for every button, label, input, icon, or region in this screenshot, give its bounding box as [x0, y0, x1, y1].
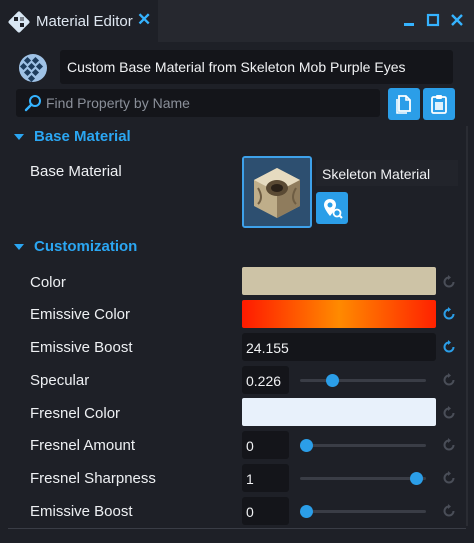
base-material-thumbnail[interactable]	[242, 156, 312, 228]
title-bar: Material Editor ✕	[0, 0, 474, 44]
slider-handle[interactable]	[409, 472, 423, 485]
fresnel-amount-label: Fresnel Amount	[30, 437, 136, 454]
search-icon	[24, 95, 41, 112]
emissive-boost-label: Emissive Boost	[30, 339, 133, 356]
emissive-boost-2-label: Emissive Boost	[30, 503, 133, 520]
fresnel-color-swatch[interactable]	[242, 398, 436, 426]
skeleton-material-preview-icon	[244, 158, 310, 226]
section-title: Customization	[34, 238, 138, 255]
section-title: Base Material	[34, 128, 131, 145]
window-close-icon[interactable]	[449, 12, 465, 28]
section-customization[interactable]: Customization	[14, 238, 137, 255]
search-box[interactable]	[16, 89, 380, 117]
reset-icon[interactable]	[441, 339, 457, 355]
reset-icon[interactable]	[441, 372, 457, 388]
minimize-icon[interactable]	[401, 12, 417, 28]
maximize-icon[interactable]	[425, 12, 441, 28]
reset-icon[interactable]	[441, 405, 457, 421]
base-material-name: Skeleton Material	[316, 160, 458, 186]
reset-icon[interactable]	[441, 274, 457, 290]
fresnel-sharpness-slider[interactable]	[300, 464, 426, 492]
fresnel-amount-field[interactable]: 0	[242, 431, 289, 459]
fresnel-sharpness-label: Fresnel Sharpness	[30, 470, 156, 487]
caret-down-icon	[14, 133, 24, 140]
base-material-label: Base Material	[30, 163, 122, 180]
material-editor-icon	[8, 11, 30, 33]
fresnel-sharpness-field[interactable]: 1	[242, 464, 289, 492]
tab-material-editor[interactable]: Material Editor ✕	[0, 0, 158, 44]
reset-icon[interactable]	[441, 503, 457, 519]
specular-label: Specular	[30, 372, 90, 389]
specular-field[interactable]: 0.226	[242, 366, 289, 394]
emissive-boost-2-field[interactable]: 0	[242, 497, 289, 525]
section-base-material[interactable]: Base Material	[14, 128, 131, 145]
locate-asset-icon	[324, 199, 343, 219]
tab-title: Material Editor	[36, 13, 133, 30]
close-icon[interactable]: ✕	[137, 10, 151, 30]
reset-icon[interactable]	[441, 306, 457, 322]
emissive-color-label: Emissive Color	[30, 306, 131, 323]
scrollbar-track[interactable]	[466, 126, 468, 526]
checker-sphere-icon	[19, 54, 47, 83]
reset-icon[interactable]	[441, 470, 457, 486]
emissive-boost-field[interactable]: 24.155	[242, 333, 436, 361]
slider-handle[interactable]	[325, 374, 339, 387]
search-input[interactable]	[46, 89, 376, 117]
copy-icon	[396, 95, 411, 114]
specular-slider[interactable]	[300, 366, 426, 394]
color-swatch[interactable]	[242, 267, 436, 295]
clipboard-icon	[431, 95, 447, 114]
color-label: Color	[30, 274, 66, 291]
copy-button[interactable]	[388, 88, 420, 120]
slider-track	[300, 477, 426, 480]
material-name-field[interactable]: Custom Base Material from Skeleton Mob P…	[60, 50, 453, 84]
slider-track	[300, 379, 426, 382]
caret-down-icon	[14, 243, 24, 250]
divider	[8, 528, 466, 529]
slider-handle[interactable]	[300, 439, 314, 452]
emissive-boost-2-slider[interactable]	[300, 497, 426, 525]
paste-button[interactable]	[423, 88, 455, 120]
slider-handle[interactable]	[300, 505, 314, 518]
locate-asset-button[interactable]	[316, 192, 348, 224]
reset-icon[interactable]	[441, 437, 457, 453]
slider-track	[300, 510, 426, 513]
fresnel-color-label: Fresnel Color	[30, 405, 121, 422]
slider-track	[300, 444, 426, 447]
fresnel-amount-slider[interactable]	[300, 431, 426, 459]
emissive-color-swatch[interactable]	[242, 300, 436, 328]
